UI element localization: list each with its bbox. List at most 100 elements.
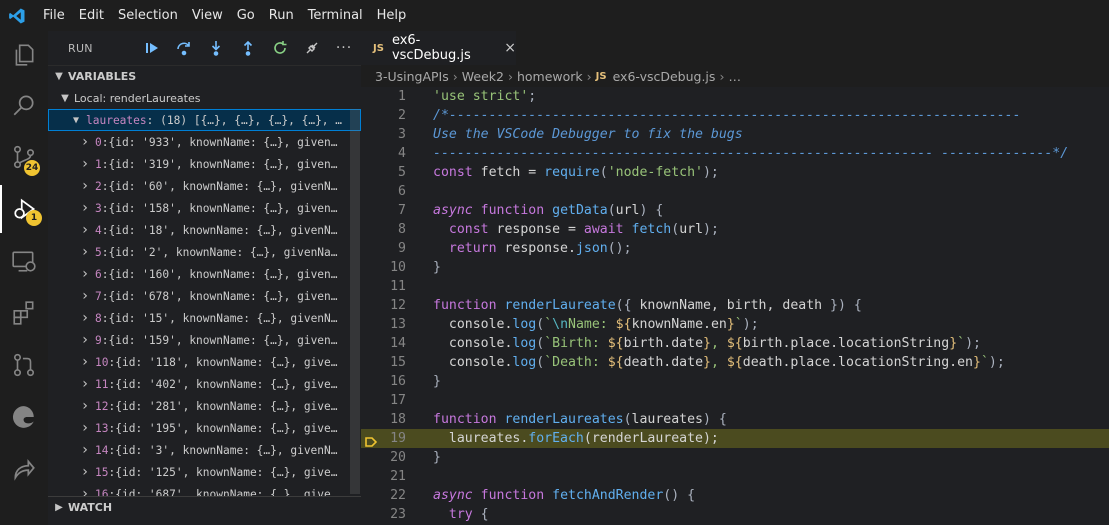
sidebar-scrollbar[interactable] <box>350 109 360 494</box>
explorer-icon[interactable] <box>0 31 48 79</box>
variable-item[interactable]: › 0: {id: '933', knownName: {…}, given… <box>48 131 361 153</box>
code-line[interactable]: 12 function renderLaureate({ knownName, b… <box>361 296 1109 315</box>
scope-local[interactable]: ▼ Local: renderLaureates <box>48 87 361 109</box>
breadcrumb-more[interactable]: … <box>728 69 741 84</box>
variable-item[interactable]: › 9: {id: '159', knownName: {…}, given… <box>48 329 361 351</box>
code-line[interactable]: 17 <box>361 391 1109 410</box>
code-line[interactable]: 22 async function fetchAndRender() { <box>361 486 1109 505</box>
edge-browser-icon[interactable] <box>0 393 48 441</box>
variable-item[interactable]: › 3: {id: '158', knownName: {…}, given… <box>48 197 361 219</box>
tab-ex6-vscdebug[interactable]: JS ex6-vscDebug.js × <box>361 31 516 65</box>
code-token: , <box>710 336 727 351</box>
step-into-button[interactable] <box>200 36 232 60</box>
variable-item[interactable]: › 15: {id: '125', knownName: {…}, give… <box>48 461 361 483</box>
code-line[interactable]: 20} <box>361 448 1109 467</box>
line-number: 5 <box>398 165 406 180</box>
menu-file[interactable]: File <box>34 0 72 31</box>
menu-view[interactable]: View <box>185 0 230 31</box>
code-line[interactable]: 13 console.log(`\nName: ${knownName.en}`… <box>361 315 1109 334</box>
menu-run[interactable]: Run <box>262 0 301 31</box>
breadcrumb-file[interactable]: ex6-vscDebug.js <box>613 69 716 84</box>
code-token: const <box>448 222 489 237</box>
variable-item[interactable]: › 4: {id: '18', knownName: {…}, givenN… <box>48 219 361 241</box>
variable-item[interactable]: › 7: {id: '678', knownName: {…}, given… <box>48 285 361 307</box>
activity-bar: 24 1 <box>0 31 48 525</box>
more-actions-button[interactable]: ··· <box>328 36 360 60</box>
variable-item[interactable]: › 2: {id: '60', knownName: {…}, givenN… <box>48 175 361 197</box>
code-token: `Death: <box>544 355 608 370</box>
step-over-button[interactable] <box>168 36 200 60</box>
code-token: ` <box>544 317 553 332</box>
breadcrumb-item[interactable]: homework <box>517 69 583 84</box>
code-line[interactable]: 1 'use strict'; <box>361 87 1109 106</box>
sidebar-title: RUN <box>68 41 93 55</box>
variable-value: {id: '18', knownName: {…}, givenN… <box>108 223 338 237</box>
code-editor[interactable]: 1 'use strict'; 2 /*-----------------------… <box>361 87 1109 525</box>
chevron-down-icon: ▼ <box>72 114 80 126</box>
code-line[interactable]: 3 Use the VSCode Debugger to fix the bugs <box>361 125 1109 144</box>
step-over-icon <box>177 42 190 56</box>
code-line[interactable]: 14 console.log(`Birth: ${birth.date}, ${… <box>361 334 1109 353</box>
disconnect-button[interactable] <box>296 36 328 60</box>
variable-laureates[interactable]: ▼ laureates: (18) [{…}, {…}, {…}, {…}, … <box>48 109 361 131</box>
code-line[interactable]: 18 function renderLaureates(laureates) { <box>361 410 1109 429</box>
watch-section-header[interactable]: ▶ WATCH <box>48 496 361 518</box>
chevron-right-icon: › <box>80 156 90 172</box>
variable-item[interactable]: › 10: {id: '118', knownName: {…}, give… <box>48 351 361 373</box>
search-icon[interactable] <box>0 81 48 129</box>
code-line[interactable]: 16} <box>361 372 1109 391</box>
step-out-button[interactable] <box>232 36 264 60</box>
extensions-icon[interactable] <box>0 289 48 337</box>
pull-requests-icon[interactable] <box>0 341 48 389</box>
code-line[interactable]: 4 ---------------------------------------… <box>361 144 1109 163</box>
code-line[interactable]: 11 <box>361 277 1109 296</box>
code-line-current[interactable]: 19 laureates.forEach(renderLaureate); <box>361 429 1109 448</box>
code-line[interactable]: 6 <box>361 182 1109 201</box>
variable-index: 5 <box>95 245 102 259</box>
breadcrumb-item[interactable]: 3-UsingAPIs <box>375 69 449 84</box>
code-line[interactable]: 5 const fetch = require('node-fetch'); <box>361 163 1109 182</box>
code-line[interactable]: 9 return response.json(); <box>361 239 1109 258</box>
live-share-icon[interactable] <box>0 445 48 493</box>
variable-item[interactable]: › 1: {id: '319', knownName: {…}, given… <box>48 153 361 175</box>
close-icon[interactable]: × <box>504 40 516 56</box>
code-token: console. <box>433 317 513 332</box>
variable-item[interactable]: › 13: {id: '195', knownName: {…}, give… <box>48 417 361 439</box>
code-line[interactable]: 2 /*-------------------------------------… <box>361 106 1109 125</box>
code-line[interactable]: 15 console.log(`Death: ${death.date}, ${… <box>361 353 1109 372</box>
code-token: ); <box>965 336 981 351</box>
menu-terminal[interactable]: Terminal <box>301 0 370 31</box>
chevron-right-icon: › <box>452 68 458 84</box>
code-line[interactable]: 8 const response = await fetch(url); <box>361 220 1109 239</box>
restart-button[interactable] <box>264 36 296 60</box>
code-token: ( <box>583 431 592 446</box>
code-line[interactable]: 23 try { <box>361 505 1109 524</box>
menu-go[interactable]: Go <box>230 0 262 31</box>
remote-explorer-icon[interactable] <box>0 237 48 285</box>
code-token: death.place.locationString.en <box>742 355 973 370</box>
menu-help[interactable]: Help <box>370 0 414 31</box>
code-token: async <box>433 488 473 503</box>
code-token: log <box>512 317 537 332</box>
code-line[interactable]: 21 <box>361 467 1109 486</box>
variable-item[interactable]: › 11: {id: '402', knownName: {…}, give… <box>48 373 361 395</box>
code-token: } <box>433 374 441 389</box>
variable-item[interactable]: › 14: {id: '3', knownName: {…}, givenN… <box>48 439 361 461</box>
menu-edit[interactable]: Edit <box>72 0 111 31</box>
variable-item[interactable]: › 8: {id: '15', knownName: {…}, givenN… <box>48 307 361 329</box>
variable-item[interactable]: › 5: {id: '2', knownName: {…}, givenNa… <box>48 241 361 263</box>
code-line[interactable]: 7 async function getData(url) { <box>361 201 1109 220</box>
variable-item[interactable]: › 12: {id: '281', knownName: {…}, give… <box>48 395 361 417</box>
continue-button[interactable] <box>136 36 168 60</box>
run-debug-icon[interactable]: 1 <box>0 185 48 233</box>
code-line[interactable]: 10} <box>361 258 1109 277</box>
variable-value: {id: '281', knownName: {…}, give… <box>115 399 338 413</box>
menu-selection[interactable]: Selection <box>111 0 185 31</box>
source-control-icon[interactable]: 24 <box>0 133 48 181</box>
code-text: ----------------------------------------… <box>433 144 1068 163</box>
tab-bar: JS ex6-vscDebug.js × <box>361 31 1109 65</box>
variable-item[interactable]: › 6: {id: '160', knownName: {…}, given… <box>48 263 361 285</box>
breadcrumb-item[interactable]: Week2 <box>462 69 504 84</box>
variables-section-header[interactable]: ▼ VARIABLES <box>48 65 361 87</box>
